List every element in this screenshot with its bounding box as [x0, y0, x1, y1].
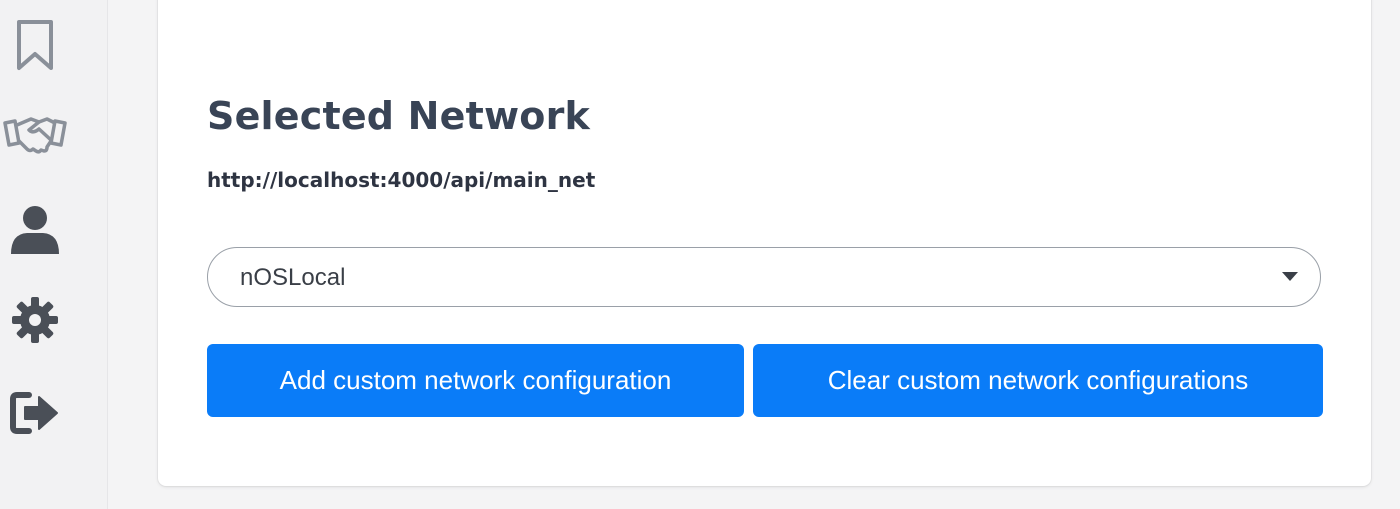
app-window: Selected Network http://localhost:4000/a…: [0, 0, 1400, 509]
handshake-icon: [3, 113, 67, 157]
sidebar: [0, 0, 108, 509]
bookmark-icon: [15, 19, 55, 71]
clear-custom-networks-button[interactable]: Clear custom network configurations: [753, 344, 1323, 417]
page-title: Selected Network: [207, 94, 590, 138]
sidebar-item-handshake[interactable]: [0, 100, 70, 170]
network-settings-card: Selected Network http://localhost:4000/a…: [158, 0, 1371, 486]
add-custom-network-button[interactable]: Add custom network configuration: [207, 344, 744, 417]
sidebar-item-bookmark[interactable]: [0, 10, 70, 80]
sidebar-item-logout[interactable]: [0, 378, 70, 448]
sidebar-item-profile[interactable]: [0, 195, 70, 265]
user-icon: [9, 204, 61, 256]
logout-icon: [9, 391, 61, 435]
sidebar-item-settings[interactable]: [0, 285, 70, 355]
network-select[interactable]: nOSLocal: [207, 247, 1321, 307]
network-url: http://localhost:4000/api/main_net: [207, 168, 596, 192]
gear-icon: [11, 296, 59, 344]
caret-down-icon: [1282, 272, 1298, 281]
network-select-value: nOSLocal: [240, 264, 346, 291]
